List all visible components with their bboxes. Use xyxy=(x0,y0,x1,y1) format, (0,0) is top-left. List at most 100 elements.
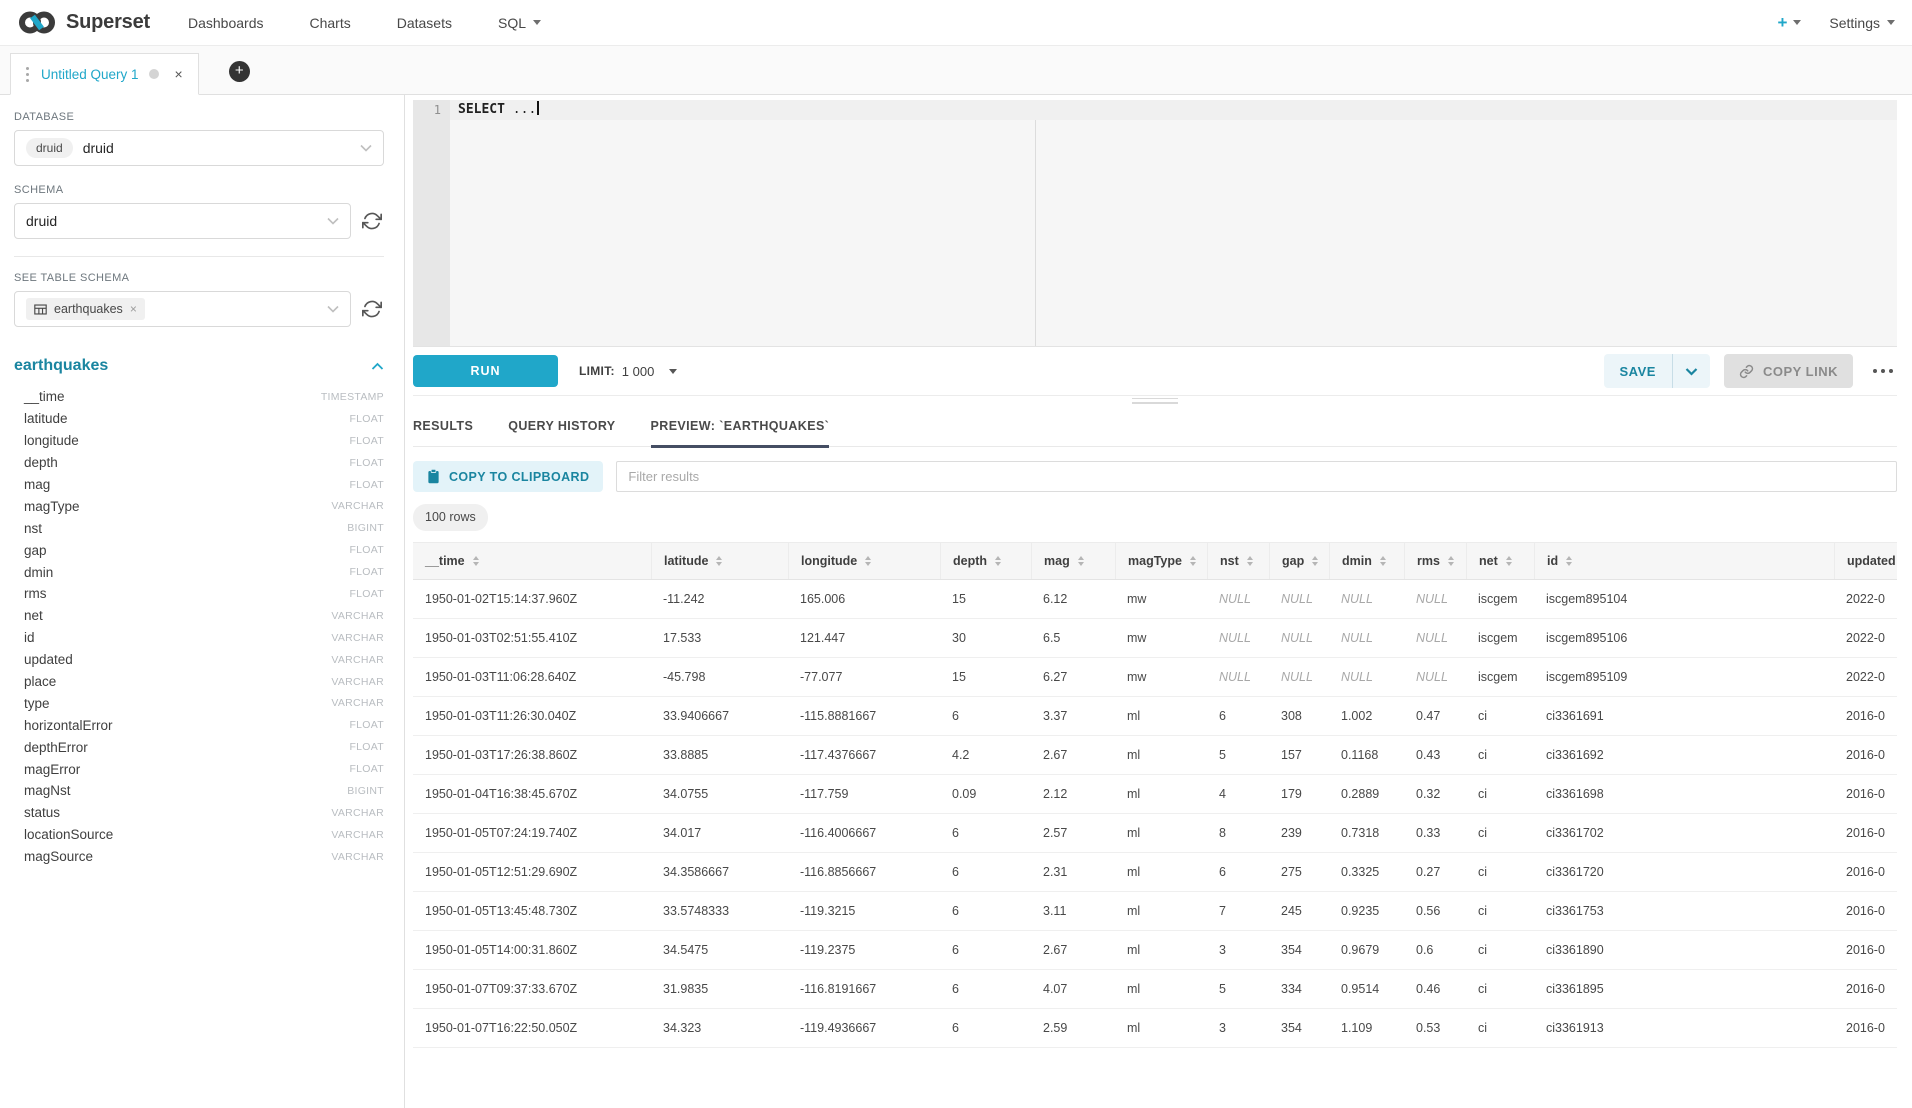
column-header-label: dmin xyxy=(1342,554,1372,568)
table-panel-header[interactable]: earthquakes xyxy=(14,357,384,375)
table-cell: -119.2375 xyxy=(788,931,940,969)
column-header-dmin[interactable]: dmin xyxy=(1329,543,1404,579)
run-query-button[interactable]: RUN xyxy=(413,355,558,387)
table-cell: -116.8191667 xyxy=(788,970,940,1008)
table-schema-label: SEE TABLE SCHEMA xyxy=(14,272,384,284)
refresh-icon xyxy=(362,211,382,231)
column-header-depth[interactable]: depth xyxy=(940,543,1031,579)
brand-home-link[interactable]: Superset xyxy=(17,9,150,36)
table-row: 1950-01-02T15:14:37.960Z-11.242165.00615… xyxy=(413,580,1897,619)
schema-column-name: updated xyxy=(24,652,73,667)
refresh-icon xyxy=(362,299,382,319)
table-cell: 1950-01-03T11:06:28.640Z xyxy=(413,658,651,696)
table-cell: -119.4936667 xyxy=(788,1009,940,1047)
tab-results[interactable]: RESULTS xyxy=(413,419,473,448)
limit-dropdown[interactable]: LIMIT: 1 000 xyxy=(579,364,677,379)
table-cell: 2016-0 xyxy=(1834,931,1897,969)
schema-column-name: nst xyxy=(24,521,42,536)
table-cell: NULL xyxy=(1404,658,1466,696)
column-header-label: nst xyxy=(1220,554,1239,568)
table-schema-panel: earthquakes __timeTIMESTAMPlatitudeFLOAT… xyxy=(14,357,384,868)
table-cell: iscgem xyxy=(1466,619,1534,657)
close-tab-icon[interactable]: × xyxy=(175,66,183,82)
tab-query-history[interactable]: QUERY HISTORY xyxy=(508,419,615,448)
new-item-menu[interactable]: + xyxy=(1777,14,1801,31)
filter-results-input[interactable] xyxy=(616,461,1897,492)
table-cell: 334 xyxy=(1269,970,1329,1008)
table-cell: NULL xyxy=(1269,619,1329,657)
nav-datasets[interactable]: Datasets xyxy=(397,15,452,31)
copy-to-clipboard-button[interactable]: COPY TO CLIPBOARD xyxy=(413,461,603,492)
column-header-updated[interactable]: updated xyxy=(1834,543,1897,579)
pane-resize-handle[interactable] xyxy=(413,395,1897,406)
schema-column-type: VARCHAR xyxy=(331,610,384,622)
table-cell: mw xyxy=(1115,580,1207,618)
schema-select[interactable]: druid xyxy=(14,203,351,239)
table-row: 1950-01-04T16:38:45.670Z34.0755-117.7590… xyxy=(413,775,1897,814)
table-cell: ci xyxy=(1466,775,1534,813)
nav-dashboards[interactable]: Dashboards xyxy=(188,15,264,31)
save-query-button[interactable]: SAVE xyxy=(1604,354,1710,388)
table-cell: 33.8885 xyxy=(651,736,788,774)
table-cell: 17.533 xyxy=(651,619,788,657)
table-cell: 6 xyxy=(940,892,1031,930)
table-cell: 2016-0 xyxy=(1834,853,1897,891)
save-options-button[interactable] xyxy=(1673,367,1710,376)
schema-column-row: magTypeVARCHAR xyxy=(24,495,384,517)
column-header-label: updated xyxy=(1847,554,1896,568)
schema-column-row: depthErrorFLOAT xyxy=(24,736,384,758)
table-cell: 15 xyxy=(940,580,1031,618)
tab-preview-earthquakes[interactable]: PREVIEW: `EARTHQUAKES` xyxy=(651,419,830,448)
refresh-schemas-button[interactable] xyxy=(362,211,384,231)
schema-column-name: latitude xyxy=(24,411,68,426)
column-header-gap[interactable]: gap xyxy=(1269,543,1329,579)
column-header-rms[interactable]: rms xyxy=(1404,543,1466,579)
column-header-latitude[interactable]: latitude xyxy=(651,543,788,579)
refresh-tables-button[interactable] xyxy=(362,299,384,319)
table-row: 1950-01-05T13:45:48.730Z33.5748333-119.3… xyxy=(413,892,1897,931)
schema-column-name: locationSource xyxy=(24,827,113,842)
table-cell: 6 xyxy=(940,853,1031,891)
tab-untitled-query[interactable]: Untitled Query 1 × xyxy=(10,53,199,95)
column-header-mag[interactable]: mag xyxy=(1031,543,1115,579)
table-cell: 1.109 xyxy=(1329,1009,1404,1047)
column-header-nst[interactable]: nst xyxy=(1207,543,1269,579)
column-header-__time[interactable]: __time xyxy=(413,543,651,579)
table-cell: 0.7318 xyxy=(1329,814,1404,852)
copy-link-button[interactable]: COPY LINK xyxy=(1724,354,1853,388)
query-state-indicator xyxy=(149,69,159,79)
nav-charts[interactable]: Charts xyxy=(310,15,351,31)
table-cell: 2022-0 xyxy=(1834,619,1897,657)
table-cell: ci xyxy=(1466,853,1534,891)
nav-sql-label: SQL xyxy=(498,15,526,31)
column-header-magType[interactable]: magType xyxy=(1115,543,1207,579)
column-header-longitude[interactable]: longitude xyxy=(788,543,940,579)
new-tab-button[interactable]: + xyxy=(229,61,250,82)
remove-table-icon[interactable]: × xyxy=(130,302,137,316)
table-cell: -116.8856667 xyxy=(788,853,940,891)
database-value: druid xyxy=(83,140,114,156)
table-cell: 0.3325 xyxy=(1329,853,1404,891)
database-select[interactable]: druid druid xyxy=(14,130,384,166)
settings-menu[interactable]: Settings xyxy=(1829,15,1895,31)
more-options-button[interactable] xyxy=(1867,369,1897,373)
table-select[interactable]: earthquakes × xyxy=(14,291,351,327)
nav-sql-menu[interactable]: SQL xyxy=(498,15,541,31)
superset-logo-icon xyxy=(17,9,57,36)
table-cell: 1950-01-03T02:51:55.410Z xyxy=(413,619,651,657)
column-header-net[interactable]: net xyxy=(1466,543,1534,579)
editor-toolbar: RUN LIMIT: 1 000 SAVE xyxy=(413,347,1897,396)
column-header-id[interactable]: id xyxy=(1534,543,1834,579)
table-cell: ci xyxy=(1466,736,1534,774)
table-cell: 2.57 xyxy=(1031,814,1115,852)
sql-editor[interactable]: 1 SELECT ... xyxy=(413,100,1897,347)
schema-column-row: rmsFLOAT xyxy=(24,583,384,605)
table-row: 1950-01-03T11:26:30.040Z33.9406667-115.8… xyxy=(413,697,1897,736)
table-row: 1950-01-07T16:22:50.050Z34.323-119.49366… xyxy=(413,1009,1897,1048)
results-tabs: RESULTS QUERY HISTORY PREVIEW: `EARTHQUA… xyxy=(413,406,1897,447)
tab-label: Untitled Query 1 xyxy=(41,67,139,82)
table-cell: ci3361753 xyxy=(1534,892,1834,930)
table-cell: 1950-01-03T11:26:30.040Z xyxy=(413,697,651,735)
schema-column-row: dminFLOAT xyxy=(24,561,384,583)
table-cell: 4.2 xyxy=(940,736,1031,774)
